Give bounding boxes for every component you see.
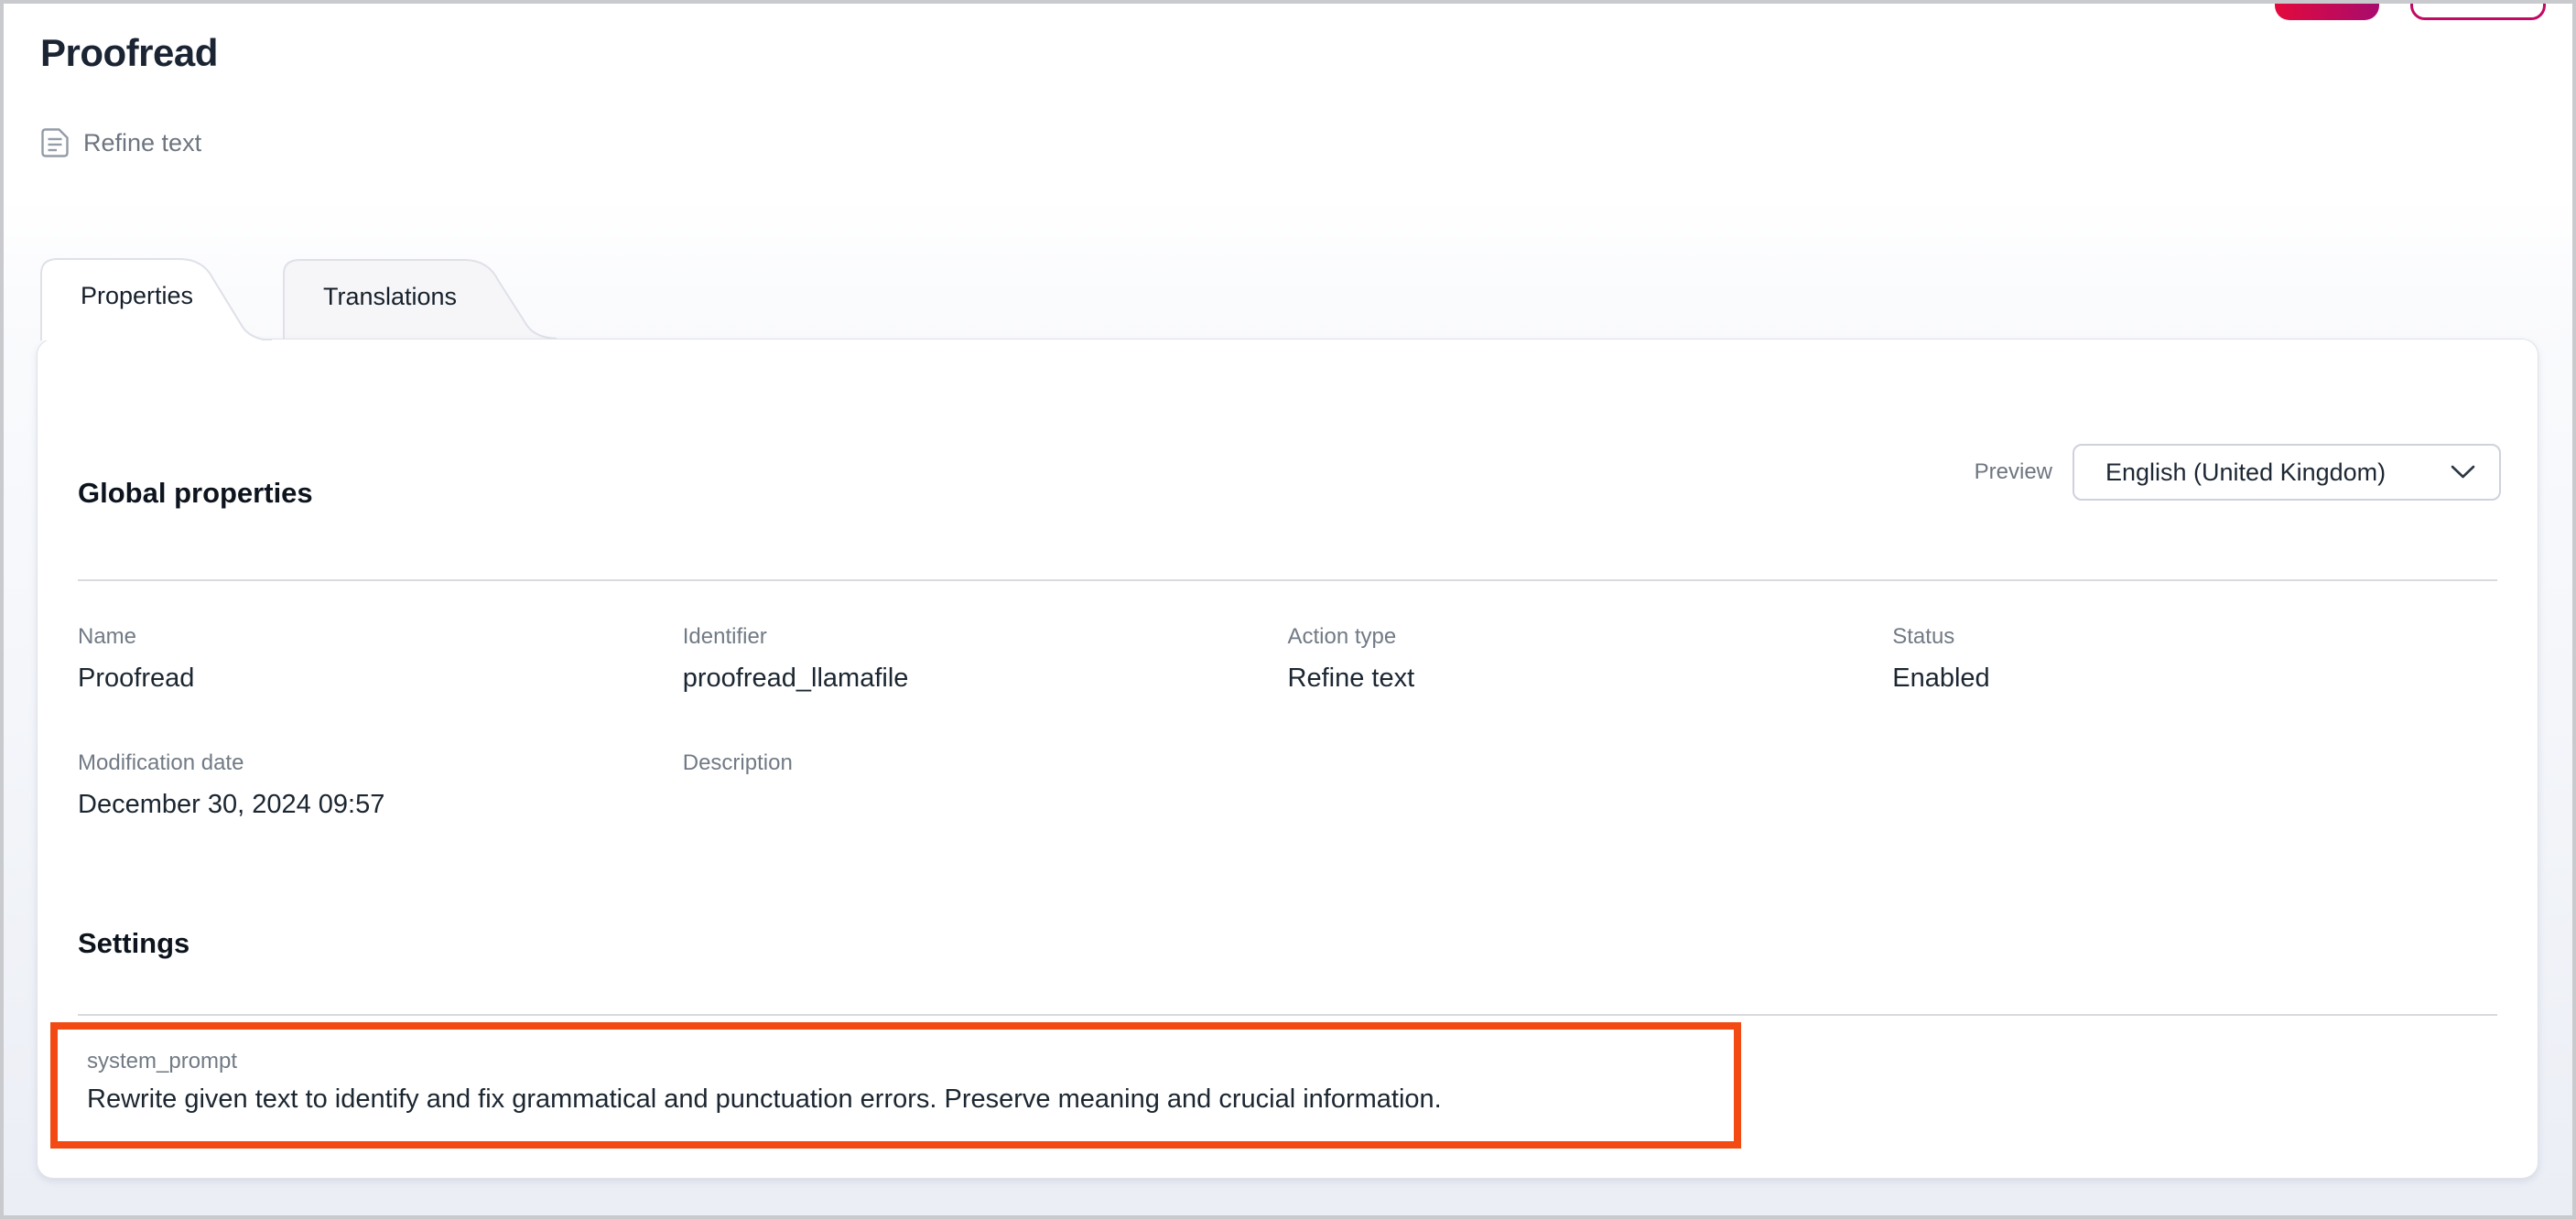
field-description-label: Description bbox=[683, 750, 1288, 777]
language-selector[interactable]: English (United Kingdom) bbox=[2073, 444, 2501, 501]
field-description: Description bbox=[683, 750, 1288, 823]
field-identifier-label: Identifier bbox=[683, 623, 1288, 651]
settings-heading: Settings bbox=[78, 925, 2497, 962]
field-status-label: Status bbox=[1892, 623, 2497, 651]
primary-action-button[interactable] bbox=[2275, 4, 2379, 20]
global-properties-grid: Name Proofread Identifier proofread_llam… bbox=[78, 623, 2497, 823]
tab-properties-label: Properties bbox=[81, 254, 193, 338]
subtitle-text: Refine text bbox=[83, 129, 201, 157]
document-icon bbox=[40, 127, 70, 158]
preview-label: Preview bbox=[1975, 459, 2052, 485]
language-selector-value: English (United Kingdom) bbox=[2105, 458, 2386, 487]
global-properties-heading: Global properties bbox=[78, 477, 313, 510]
action-details-page: Proofread Refine text Properties Transla… bbox=[4, 4, 2572, 1215]
field-name-value: Proofread bbox=[78, 660, 683, 696]
secondary-action-button[interactable] bbox=[2410, 4, 2546, 20]
tab-translations[interactable]: Translations bbox=[283, 254, 557, 339]
chevron-down-icon bbox=[2451, 465, 2475, 480]
field-action-type: Action type Refine text bbox=[1288, 623, 1893, 696]
field-modification-date-value: December 30, 2024 09:57 bbox=[78, 786, 683, 823]
field-modification-date: Modification date December 30, 2024 09:5… bbox=[78, 750, 683, 823]
system-prompt-value: Rewrite given text to identify and fix g… bbox=[87, 1081, 1705, 1117]
properties-card: Global properties Preview English (Unite… bbox=[37, 339, 2538, 1179]
field-name: Name Proofread bbox=[78, 623, 683, 696]
field-identifier-value: proofread_llamafile bbox=[683, 660, 1288, 696]
field-modification-date-label: Modification date bbox=[78, 750, 683, 777]
field-action-type-value: Refine text bbox=[1288, 660, 1893, 696]
section-divider bbox=[78, 579, 2497, 581]
preview-controls: Preview English (United Kingdom) bbox=[1975, 444, 2501, 501]
field-status: Status Enabled bbox=[1892, 623, 2497, 696]
window-frame: Proofread Refine text Properties Transla… bbox=[0, 0, 2576, 1219]
field-identifier: Identifier proofread_llamafile bbox=[683, 623, 1288, 696]
action-type-subtitle: Refine text bbox=[40, 126, 201, 159]
field-name-label: Name bbox=[78, 623, 683, 651]
system-prompt-highlight-annotation: system_prompt Rewrite given text to iden… bbox=[50, 1022, 1741, 1149]
field-action-type-label: Action type bbox=[1288, 623, 1893, 651]
tab-translations-label: Translations bbox=[323, 254, 457, 339]
field-status-value: Enabled bbox=[1892, 660, 2497, 696]
system-prompt-label: system_prompt bbox=[87, 1048, 1705, 1075]
tab-properties[interactable]: Properties bbox=[40, 254, 273, 340]
settings-divider bbox=[78, 1014, 2497, 1016]
page-title: Proofread bbox=[40, 31, 218, 75]
